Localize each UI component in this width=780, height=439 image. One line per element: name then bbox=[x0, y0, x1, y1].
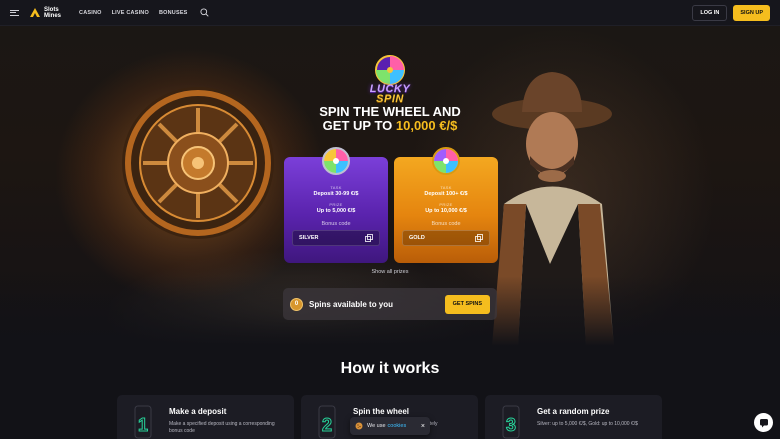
copy-icon[interactable] bbox=[475, 234, 483, 242]
cookies-link[interactable]: cookies bbox=[388, 423, 407, 429]
prize-value: Up to 5,000 €/$ bbox=[316, 208, 356, 214]
lucky-spin-logo-text: LUCKY SPIN bbox=[355, 84, 425, 105]
step-title: Spin the wheel bbox=[353, 407, 410, 416]
search-icon[interactable] bbox=[200, 8, 209, 17]
step-three-icon: 3 bbox=[502, 405, 520, 439]
brand-logo[interactable]: Slots Mines bbox=[29, 7, 61, 19]
task-label: TASK bbox=[440, 185, 452, 190]
step-desc: Make a specified deposit using a corresp… bbox=[169, 421, 275, 434]
cookie-text: We use bbox=[367, 423, 386, 429]
promo-headline: SPIN THE WHEEL AND GET UP TO 10,000 €/$ bbox=[290, 105, 490, 133]
get-spins-button[interactable]: GET SPINS bbox=[444, 294, 490, 314]
prize-value: Up to 10,000 €/$ bbox=[425, 208, 467, 214]
bonus-code-label: Bonus code bbox=[321, 221, 351, 227]
brand-line1: Slots bbox=[44, 6, 59, 13]
silver-prize-card: TASK Deposit 30-99 €/$ PRIZE Up to 5,000… bbox=[284, 147, 388, 263]
bonus-code-label: Bonus code bbox=[431, 221, 461, 227]
task-value: Deposit 30-99 €/$ bbox=[313, 191, 359, 197]
show-all-prizes-link[interactable]: Show all prizes bbox=[340, 269, 440, 275]
step-card-3: 3 Get a random prize Silver: up to 5,000… bbox=[485, 395, 662, 439]
prize-label: PRIZE bbox=[329, 202, 343, 207]
headline-amount: 10,000 €/$ bbox=[395, 118, 458, 133]
how-it-works-title: How it works bbox=[340, 360, 440, 377]
menu-icon[interactable] bbox=[10, 9, 19, 16]
headline-prefix: GET UP TO bbox=[322, 118, 396, 133]
step-card-1: 1 Make a deposit Make a specified deposi… bbox=[117, 395, 294, 439]
spins-count-badge: 0 bbox=[290, 297, 303, 311]
brand-mark-icon bbox=[30, 7, 40, 17]
task-value: Deposit 100+ €/$ bbox=[424, 191, 468, 197]
silver-wheel-icon bbox=[322, 147, 350, 175]
nav-bonuses[interactable]: BONUSES bbox=[159, 10, 188, 16]
close-icon[interactable]: × bbox=[421, 423, 425, 430]
nav-casino[interactable]: CASINO bbox=[79, 10, 102, 16]
step-desc: Silver: up to 5,000 €/$, Gold: up to 10,… bbox=[537, 421, 638, 427]
prize-label: PRIZE bbox=[439, 202, 453, 207]
bonus-code-value: GOLD bbox=[409, 235, 425, 241]
spins-label: Spins available to you bbox=[309, 299, 394, 309]
step-one-icon: 1 bbox=[134, 405, 152, 439]
chat-icon bbox=[759, 418, 768, 427]
brand-line2: Mines bbox=[44, 12, 62, 19]
svg-text:3: 3 bbox=[506, 415, 516, 435]
spins-bar: 0 Spins available to you GET SPINS bbox=[283, 288, 497, 320]
step-title: Get a random prize bbox=[537, 407, 610, 416]
gold-code-field[interactable]: GOLD bbox=[402, 230, 490, 246]
gold-wheel-icon bbox=[432, 147, 460, 175]
nav-live-casino[interactable]: LIVE CASINO bbox=[112, 10, 149, 16]
top-header: Slots Mines CASINO LIVE CASINO BONUSES L… bbox=[0, 0, 780, 26]
logo-line2: SPIN bbox=[376, 93, 404, 105]
login-button[interactable]: LOG IN bbox=[692, 4, 728, 21]
chat-button[interactable] bbox=[754, 413, 773, 432]
gold-prize-card: TASK Deposit 100+ €/$ PRIZE Up to 10,000… bbox=[394, 147, 498, 263]
cookie-banner: We use cookies × bbox=[350, 417, 430, 435]
bonus-code-value: SILVER bbox=[299, 235, 319, 241]
step-title: Make a deposit bbox=[169, 407, 227, 416]
headline-line1: SPIN THE WHEEL AND bbox=[319, 104, 461, 119]
copy-icon[interactable] bbox=[365, 234, 373, 242]
hero-banner: LUCKY SPIN SPIN THE WHEEL AND GET UP TO … bbox=[0, 26, 780, 346]
svg-text:1: 1 bbox=[138, 415, 148, 435]
svg-text:2: 2 bbox=[322, 415, 332, 435]
step-two-icon: 2 bbox=[318, 405, 336, 439]
main-nav: CASINO LIVE CASINO BONUSES bbox=[79, 8, 209, 17]
cookie-icon bbox=[355, 422, 363, 430]
signup-button[interactable]: SIGN UP bbox=[733, 4, 770, 21]
task-label: TASK bbox=[330, 185, 342, 190]
vault-wheel-illustration bbox=[122, 87, 274, 239]
silver-code-field[interactable]: SILVER bbox=[292, 230, 380, 246]
